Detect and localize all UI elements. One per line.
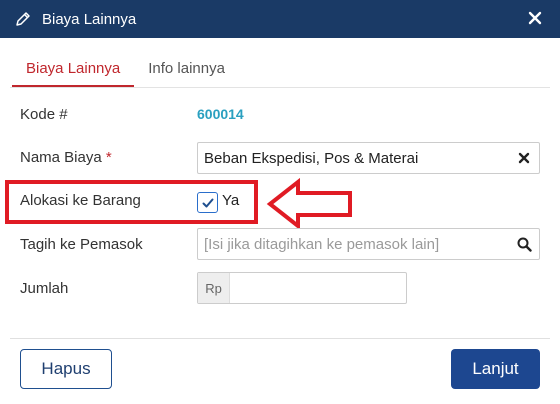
tagih-label: Tagih ke Pemasok [20,236,143,253]
tab-biaya-lainnya[interactable]: Biaya Lainnya [12,52,135,88]
tab-info-lainnya[interactable]: Info lainnya [134,52,239,88]
hapus-button[interactable]: Hapus [20,349,112,389]
annotation-left-arrow [266,178,352,230]
kode-label: Kode # [20,106,68,123]
tagih-pemasok-field[interactable]: [Isi jika ditagihkan ke pemasok lain] [197,228,540,260]
clear-icon[interactable] [509,143,539,173]
nama-biaya-label: Nama Biaya * [20,149,112,166]
kode-value: 600014 [197,106,244,122]
jumlah-field[interactable]: Rp [197,272,407,304]
window-title: Biaya Lainnya [42,10,137,28]
nama-biaya-label-text: Nama Biaya [20,149,102,166]
lanjut-button[interactable]: Lanjut [451,349,540,389]
nama-biaya-field[interactable]: Beban Ekspedisi, Pos & Materai [197,142,540,174]
required-mark: * [105,149,112,166]
nama-biaya-value: Beban Ekspedisi, Pos & Materai [204,149,419,167]
tab-bar: Biaya Lainnya Info lainnya [12,52,239,88]
pencil-icon [14,10,32,28]
jumlah-label: Jumlah [20,280,69,297]
tagih-placeholder: [Isi jika ditagihkan ke pemasok lain] [204,235,440,253]
window-titlebar: Biaya Lainnya [0,0,560,38]
jumlah-value[interactable] [230,273,406,303]
search-icon[interactable] [509,229,539,259]
annotation-highlight-box [5,180,258,224]
close-icon[interactable] [526,9,544,27]
currency-prefix: Rp [198,273,230,303]
footer-divider [10,338,550,339]
tabs-divider [10,87,550,88]
